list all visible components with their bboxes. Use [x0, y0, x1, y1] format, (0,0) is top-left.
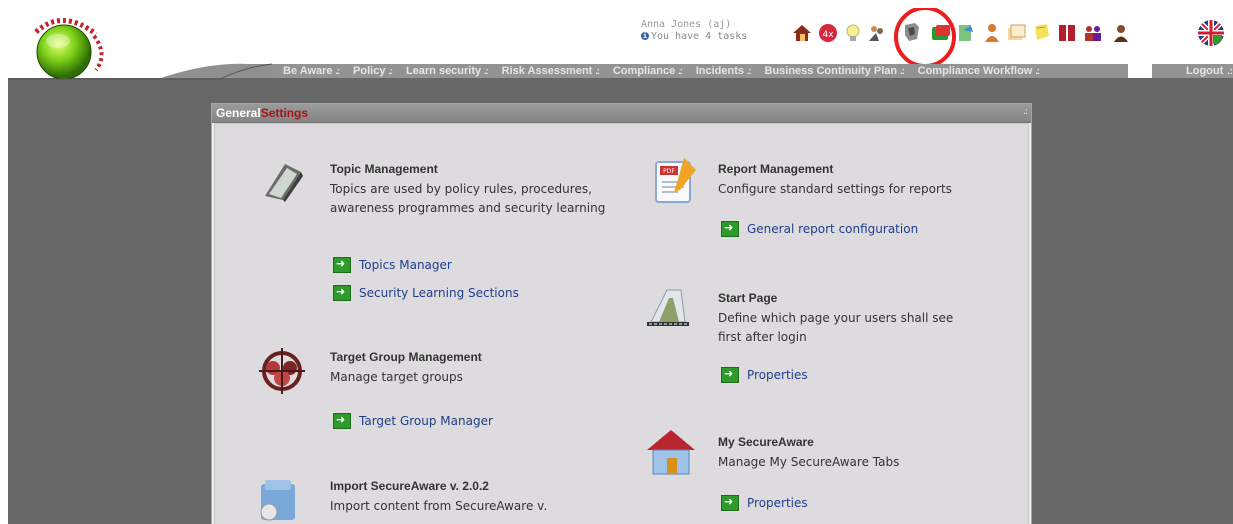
- arrow-right-icon: [333, 257, 351, 273]
- import-desc: Import content from SecureAware v.: [330, 499, 548, 513]
- person-icon[interactable]: [981, 22, 1003, 44]
- book-icon[interactable]: [1056, 22, 1078, 44]
- person-dark-icon[interactable]: [1110, 22, 1132, 44]
- users-icon[interactable]: [866, 22, 888, 44]
- my-secureaware-title: My SecureAware: [718, 435, 814, 449]
- nav-be-aware[interactable]: Be Aware.:: [273, 64, 343, 78]
- shield-icon[interactable]: [901, 21, 923, 43]
- target-group-title: Target Group Management: [330, 350, 482, 364]
- document-icon[interactable]: [955, 22, 977, 44]
- panel-resize-handle[interactable]: .:: [1023, 107, 1028, 117]
- app-window: Anna Jones (aj) i You have 4 tasks 4x Be…: [8, 8, 1233, 524]
- topics-manager-link[interactable]: Topics Manager: [333, 257, 452, 273]
- nav-risk-assessment[interactable]: Risk Assessment.:: [492, 64, 603, 78]
- panel-header: GeneralSettings .:: [212, 104, 1031, 123]
- nav-policy[interactable]: Policy.:: [343, 64, 396, 78]
- uk-flag-icon[interactable]: [1198, 20, 1224, 46]
- user-name: Anna Jones (aj): [641, 19, 732, 30]
- start-page-properties-link[interactable]: Properties: [721, 367, 808, 383]
- target-group-desc: Manage target groups: [330, 370, 463, 384]
- general-report-config-link[interactable]: General report configuration: [721, 221, 918, 237]
- nav-learn-security[interactable]: Learn security.:: [396, 64, 492, 78]
- panel-title: GeneralSettings: [216, 106, 309, 120]
- user-info: Anna Jones (aj) i You have 4 tasks: [641, 19, 747, 43]
- topic-management-title: Topic Management: [330, 162, 438, 176]
- nav-compliance-workflow[interactable]: Compliance Workflow.:: [908, 64, 1043, 78]
- my-secureaware-desc: Manage My SecureAware Tabs: [718, 455, 900, 469]
- arrow-right-icon: [721, 367, 739, 383]
- nav-compliance[interactable]: Compliance.:: [603, 64, 686, 78]
- group-icon[interactable]: [1082, 22, 1104, 44]
- files-icon[interactable]: [1005, 22, 1027, 44]
- arrow-right-icon: [333, 413, 351, 429]
- svg-text:4x: 4x: [822, 30, 834, 40]
- logout-button[interactable]: Logout.:: [1156, 64, 1233, 78]
- security-learning-sections-link[interactable]: Security Learning Sections: [333, 285, 519, 301]
- my-secureaware-properties-link[interactable]: Properties: [721, 495, 808, 511]
- arrow-right-icon: [333, 285, 351, 301]
- book-icon: [265, 164, 303, 202]
- info-icon: i: [641, 32, 649, 40]
- svg-text:PDF: PDF: [663, 168, 675, 175]
- house-icon: [647, 430, 695, 475]
- panel-body: Topic Management Topics are used by poli…: [214, 123, 1029, 524]
- target-group-manager-link[interactable]: Target Group Manager: [333, 413, 493, 429]
- start-page-desc: Define which page your users shall see f…: [718, 311, 954, 344]
- report-management-desc: Configure standard settings for reports: [718, 182, 952, 196]
- import-title: Import SecureAware v. 2.0.2: [330, 479, 489, 493]
- start-page-title: Start Page: [718, 291, 778, 305]
- lightbulb-icon[interactable]: [842, 22, 864, 44]
- folder-icon[interactable]: [930, 22, 952, 44]
- arrow-right-icon: [721, 221, 739, 237]
- alert-icon[interactable]: 4x: [817, 22, 839, 44]
- report-management-title: Report Management: [718, 162, 834, 176]
- main-nav: Be Aware.: Policy.: Learn security.: Ris…: [273, 64, 1043, 78]
- arrow-right-icon: [721, 495, 739, 511]
- target-group-icon: [259, 348, 305, 394]
- topic-management-desc: Topics are used by policy rules, procedu…: [330, 182, 606, 215]
- note-icon[interactable]: [1031, 22, 1053, 44]
- import-icon: [260, 480, 295, 521]
- house-icon[interactable]: [791, 22, 813, 44]
- nav-incidents[interactable]: Incidents.:: [686, 64, 755, 78]
- tasks-label: You have 4 tasks: [651, 31, 748, 42]
- start-page-icon: [647, 289, 689, 326]
- report-pdf-icon: PDF: [655, 158, 696, 203]
- nav-business-continuity[interactable]: Business Continuity Plan.:: [755, 64, 908, 78]
- tasks-link[interactable]: i You have 4 tasks: [641, 31, 747, 43]
- general-settings-panel: GeneralSettings .: Topic Management Topi…: [211, 103, 1032, 524]
